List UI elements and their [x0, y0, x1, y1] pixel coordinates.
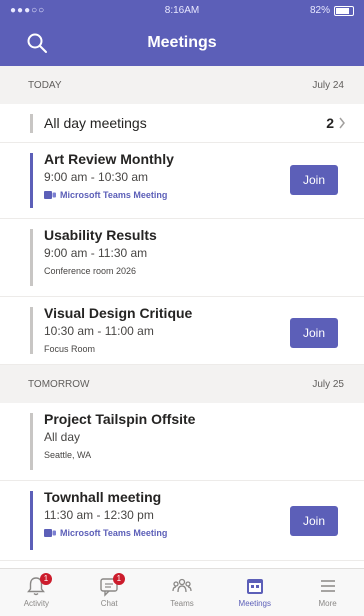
notification-badge: 1 — [40, 573, 52, 585]
all-day-label: All day meetings — [44, 115, 147, 131]
tab-teams[interactable]: Teams — [146, 569, 219, 616]
meeting-location: Microsoft Teams Meeting — [44, 190, 274, 200]
meeting-row[interactable]: Visual Design Critique 10:30 am - 11:00 … — [0, 297, 364, 365]
calendar-icon — [246, 579, 263, 594]
meeting-time: All day — [44, 430, 81, 444]
teams-meeting-icon — [44, 529, 56, 537]
menu-icon — [320, 580, 335, 592]
meeting-row[interactable]: Art Review Monthly 9:00 am - 10:30 am Mi… — [0, 143, 364, 219]
meeting-time: 9:00 am - 10:30 am — [44, 170, 149, 184]
row-accent-bar — [30, 307, 33, 354]
meeting-location-text: Microsoft Teams Meeting — [60, 190, 168, 200]
meeting-time: 9:00 am - 11:30 am — [44, 246, 148, 260]
tab-label: Activity — [23, 599, 50, 608]
header-row: Meetings — [0, 22, 364, 66]
row-accent-bar — [30, 491, 33, 550]
meeting-content: Townhall meeting 11:30 am - 12:30 pm Mic… — [44, 489, 274, 538]
section-header-today: TODAY July 24 — [0, 66, 364, 104]
all-day-meetings-row[interactable]: All day meetings 2 — [0, 105, 364, 143]
tab-label: Chat — [100, 599, 118, 608]
battery-status: 82% — [310, 5, 354, 16]
join-button[interactable]: Join — [290, 318, 338, 348]
meeting-row[interactable]: Project Tailspin Offsite All day Seattle… — [0, 403, 364, 481]
tab-label: Teams — [170, 599, 194, 608]
row-accent-bar — [30, 153, 33, 208]
meeting-location-text: Focus Room — [44, 344, 96, 354]
row-accent-bar — [30, 114, 33, 133]
join-button[interactable]: Join — [290, 506, 338, 536]
meeting-content: Art Review Monthly 9:00 am - 10:30 am Mi… — [44, 151, 274, 200]
meeting-location: Focus Room — [44, 344, 274, 354]
tab-label: Meetings — [238, 599, 272, 608]
section-label: TODAY — [28, 79, 62, 91]
meeting-location-text: Conference room 2026 — [44, 266, 137, 276]
top-bar: ●●●○○ 8:16AM 82% Meetings — [0, 0, 364, 66]
meeting-content: Usability Results 9:00 am - 11:30 am Con… — [44, 227, 344, 276]
bottom-tab-bar: 1 Activity 1 Chat Teams Meetings More — [0, 568, 364, 616]
meeting-time: 10:30 am - 11:00 am — [44, 324, 154, 338]
battery-percent: 82% — [309, 5, 330, 16]
section-date: July 24 — [312, 79, 344, 91]
tab-label: More — [318, 599, 337, 608]
section-label: TOMORROW — [28, 378, 90, 390]
section-date: July 25 — [312, 378, 344, 390]
tab-meetings[interactable]: Meetings — [218, 569, 291, 616]
meeting-location: Conference room 2026 — [44, 266, 344, 276]
meeting-title: Project Tailspin Offsite — [44, 411, 196, 427]
teams-icon — [172, 578, 192, 593]
section-header-tomorrow: TOMORROW July 25 — [0, 365, 364, 403]
meeting-location: Microsoft Teams Meeting — [44, 528, 274, 538]
tab-chat[interactable]: 1 Chat — [73, 569, 146, 616]
meeting-time: 11:30 am - 12:30 pm — [44, 508, 154, 522]
row-accent-bar — [30, 413, 33, 470]
meeting-location-text: Microsoft Teams Meeting — [60, 528, 168, 538]
teams-meeting-icon — [44, 191, 56, 199]
meeting-location-text: Seattle, WA — [44, 450, 92, 460]
meeting-location: Seattle, WA — [44, 450, 344, 460]
tab-more[interactable]: More — [291, 569, 364, 616]
status-bar: ●●●○○ 8:16AM 82% — [0, 0, 364, 22]
meeting-title: Visual Design Critique — [44, 305, 193, 321]
chevron-right-icon — [339, 117, 345, 129]
meetings-app: ●●●○○ 8:16AM 82% Meetings TODAY July 24 … — [0, 0, 364, 616]
all-day-count: 2 — [326, 115, 334, 131]
meeting-title: Art Review Monthly — [44, 151, 174, 167]
tab-activity[interactable]: 1 Activity — [0, 569, 73, 616]
battery-icon — [334, 5, 354, 16]
meeting-title: Townhall meeting — [44, 489, 162, 505]
page-title: Meetings — [147, 34, 217, 51]
notification-badge: 1 — [112, 573, 125, 585]
join-button[interactable]: Join — [290, 165, 338, 195]
meeting-content: Project Tailspin Offsite All day Seattle… — [44, 411, 344, 460]
meeting-row[interactable]: Usability Results 9:00 am - 11:30 am Con… — [0, 219, 364, 297]
row-accent-bar — [30, 229, 33, 286]
meeting-row[interactable]: Townhall meeting 11:30 am - 12:30 pm Mic… — [0, 481, 364, 561]
meeting-content: Visual Design Critique 10:30 am - 11:00 … — [44, 305, 274, 354]
meeting-title: Usability Results — [44, 227, 157, 243]
